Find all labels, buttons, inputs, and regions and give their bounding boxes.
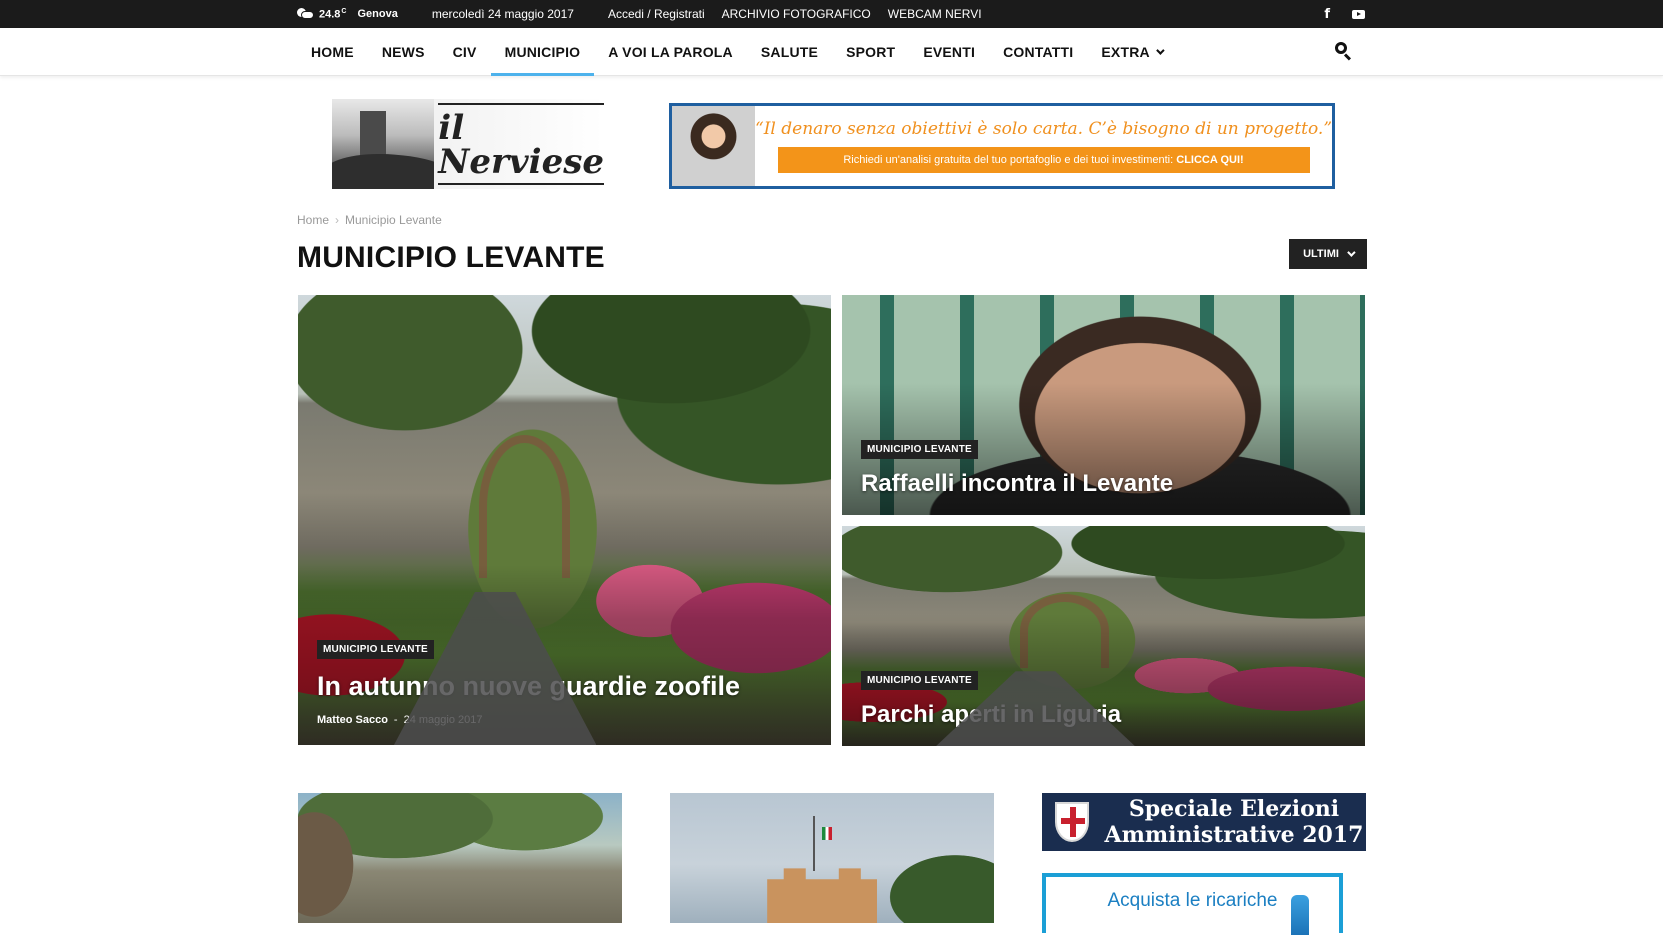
- ad-cta-link: CLICCA QUI!: [1176, 154, 1244, 166]
- breadcrumb-current: Municipio Levante: [345, 213, 442, 227]
- nav-item-extra[interactable]: EXTRA: [1087, 28, 1175, 76]
- ricariche-text: Acquista le ricariche: [1107, 890, 1278, 911]
- nav-item-salute[interactable]: SALUTE: [747, 28, 832, 76]
- top-bar: 24.8C Genova mercoledì 24 maggio 2017 Ac…: [0, 0, 1663, 28]
- article-thumbnail[interactable]: [298, 793, 622, 923]
- header-area: il Nerviese “Il denaro senza obiettivi è…: [0, 76, 1663, 196]
- weather-city: Genova: [357, 8, 398, 20]
- nav-item-sport[interactable]: SPORT: [832, 28, 909, 76]
- sort-dropdown-label: ULTIMI: [1303, 248, 1339, 260]
- ricariche-banner[interactable]: Acquista le ricariche: [1042, 873, 1343, 935]
- article-author[interactable]: Matteo Sacco: [317, 714, 388, 726]
- page-title: MUNICIPIO LEVANTE: [297, 241, 605, 274]
- nav-item-contatti[interactable]: CONTATTI: [989, 28, 1087, 76]
- breadcrumb: Home › Municipio Levante: [297, 213, 442, 227]
- category-badge[interactable]: MUNICIPIO LEVANTE: [861, 671, 978, 690]
- social-links: f: [1324, 7, 1365, 22]
- nav-item-home[interactable]: HOME: [297, 28, 368, 76]
- facebook-icon[interactable]: f: [1324, 7, 1330, 22]
- sort-dropdown[interactable]: ULTIMI: [1289, 239, 1367, 269]
- webcam-nervi-link[interactable]: WEBCAM NERVI: [888, 7, 982, 21]
- partly-cloudy-icon: [297, 8, 314, 20]
- featured-article-2[interactable]: MUNICIPIO LEVANTE Raffaelli incontra il …: [842, 295, 1365, 515]
- featured-article-main[interactable]: MUNICIPIO LEVANTE In autunno nuove guard…: [298, 295, 831, 745]
- breadcrumb-separator: ›: [335, 213, 340, 227]
- photo-archive-link[interactable]: ARCHIVIO FOTOGRAFICO: [722, 7, 871, 21]
- site-logo[interactable]: il Nerviese: [332, 99, 604, 189]
- nav-item-eventi[interactable]: EVENTI: [909, 28, 989, 76]
- login-register-link[interactable]: Accedi / Registrati: [608, 7, 705, 21]
- logo-photo: [332, 99, 435, 189]
- chevron-down-icon: [1347, 248, 1356, 257]
- category-badge[interactable]: MUNICIPIO LEVANTE: [861, 440, 978, 459]
- weather-widget: 24.8C Genova: [297, 7, 398, 21]
- genova-crest-icon: [1042, 795, 1102, 849]
- article-title[interactable]: In autunno nuove guardie zoofile: [317, 671, 740, 702]
- article-title[interactable]: Raffaelli incontra il Levante: [861, 470, 1173, 498]
- elezioni-line1: Speciale Elezioni: [1128, 796, 1340, 822]
- youtube-icon[interactable]: [1352, 9, 1365, 19]
- search-icon[interactable]: [1335, 42, 1353, 61]
- temperature: 24.8C: [319, 7, 347, 21]
- nav-item-a-voi-la-parola[interactable]: A VOI LA PAROLA: [594, 28, 747, 76]
- article-title[interactable]: Parchi aperti in Liguria: [861, 701, 1121, 729]
- ad-photo: [672, 106, 755, 186]
- breadcrumb-home[interactable]: Home: [297, 213, 329, 227]
- nav-item-news[interactable]: NEWS: [368, 28, 439, 76]
- article-meta: Matteo Sacco - 24 maggio 2017: [317, 714, 483, 726]
- top-links: Accedi / Registrati ARCHIVIO FOTOGRAFICO…: [608, 7, 982, 21]
- elezioni-line2: Amministrative 2017: [1104, 822, 1364, 848]
- current-date: mercoledì 24 maggio 2017: [431, 7, 574, 21]
- category-badge[interactable]: MUNICIPIO LEVANTE: [317, 640, 434, 659]
- article-date: 24 maggio 2017: [403, 714, 483, 726]
- ad-banner[interactable]: “Il denaro senza obiettivi è solo carta.…: [669, 103, 1335, 189]
- meta-separator: -: [393, 714, 398, 726]
- elezioni-banner[interactable]: Speciale Elezioni Amministrative 2017: [1042, 793, 1366, 851]
- ad-cta-button[interactable]: Richiedi un'analisi gratuita del tuo por…: [777, 147, 1310, 173]
- bottle-icon: [1291, 895, 1309, 935]
- nav-item-municipio[interactable]: MUNICIPIO: [490, 28, 595, 76]
- nav-item-extra-label: EXTRA: [1101, 44, 1150, 60]
- ad-cta-text: Richiedi un'analisi gratuita del tuo por…: [843, 154, 1174, 166]
- logo-text: il Nerviese: [438, 108, 604, 182]
- main-nav: HOME NEWS CIV MUNICIPIO A VOI LA PAROLA …: [0, 28, 1663, 76]
- article-thumbnail[interactable]: [670, 793, 994, 923]
- nav-item-civ[interactable]: CIV: [439, 28, 491, 76]
- chevron-down-icon: [1155, 46, 1165, 55]
- ad-quote: “Il denaro senza obiettivi è solo carta.…: [755, 119, 1333, 139]
- featured-article-3[interactable]: MUNICIPIO LEVANTE Parchi aperti in Ligur…: [842, 526, 1365, 746]
- italian-flag-icon: [822, 826, 833, 840]
